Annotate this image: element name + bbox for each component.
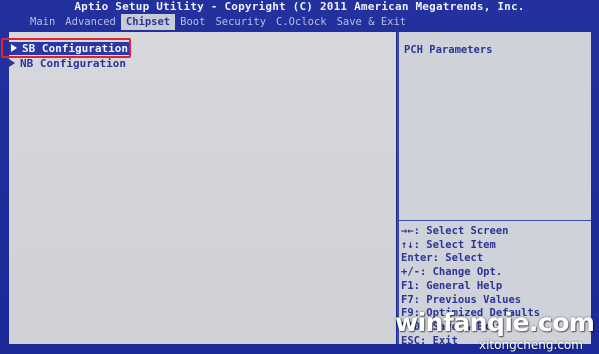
help-title: PCH Parameters — [404, 44, 493, 56]
tab-security[interactable]: Security — [210, 14, 271, 30]
nb-configuration-item[interactable]: NB Configuration — [9, 57, 126, 70]
title-bar: Aptio Setup Utility - Copyright (C) 2011… — [74, 0, 525, 13]
key-previous-values: F7: Previous Values — [401, 293, 522, 306]
menu-bar: Main Advanced Chipset Boot Security C.Oc… — [0, 14, 599, 30]
key-legend: →←: Select Screen ↑↓: Select Item Enter:… — [401, 225, 540, 348]
tab-advanced[interactable]: Advanced — [60, 14, 121, 30]
key-select-item: ↑↓: Select Item — [401, 238, 496, 251]
settings-panel: SB Configuration NB Configuration — [9, 32, 398, 344]
key-save-exit: F10: Save & Exit — [401, 320, 503, 333]
sb-configuration-item[interactable]: SB Configuration — [9, 42, 130, 55]
tab-save-exit[interactable]: Save & Exit — [332, 14, 412, 30]
help-panel: PCH Parameters →←: Select Screen ↑↓: Sel… — [397, 32, 591, 347]
tab-chipset[interactable]: Chipset — [120, 14, 176, 30]
key-optimized-defaults: F9: Optimized Defaults — [401, 307, 541, 320]
key-enter-select: Enter: Select — [401, 252, 484, 265]
key-general-help: F1: General Help — [401, 279, 503, 292]
triangle-right-icon — [9, 59, 15, 67]
tab-boot[interactable]: Boot — [175, 14, 210, 30]
nb-configuration-label: NB Configuration — [20, 57, 126, 70]
key-change-opt: +/-: Change Opt. — [401, 266, 503, 279]
key-esc-exit: ESC: Exit — [401, 334, 458, 347]
tab-main[interactable]: Main — [0, 14, 60, 30]
help-divider — [399, 220, 591, 221]
tab-c-oclock[interactable]: C.Oclock — [271, 14, 332, 30]
key-select-screen: →←: Select Screen — [401, 225, 509, 237]
sb-configuration-label: SB Configuration — [22, 42, 128, 55]
triangle-right-icon — [11, 44, 17, 52]
bios-screen: Aptio Setup Utility - Copyright (C) 2011… — [0, 0, 599, 354]
